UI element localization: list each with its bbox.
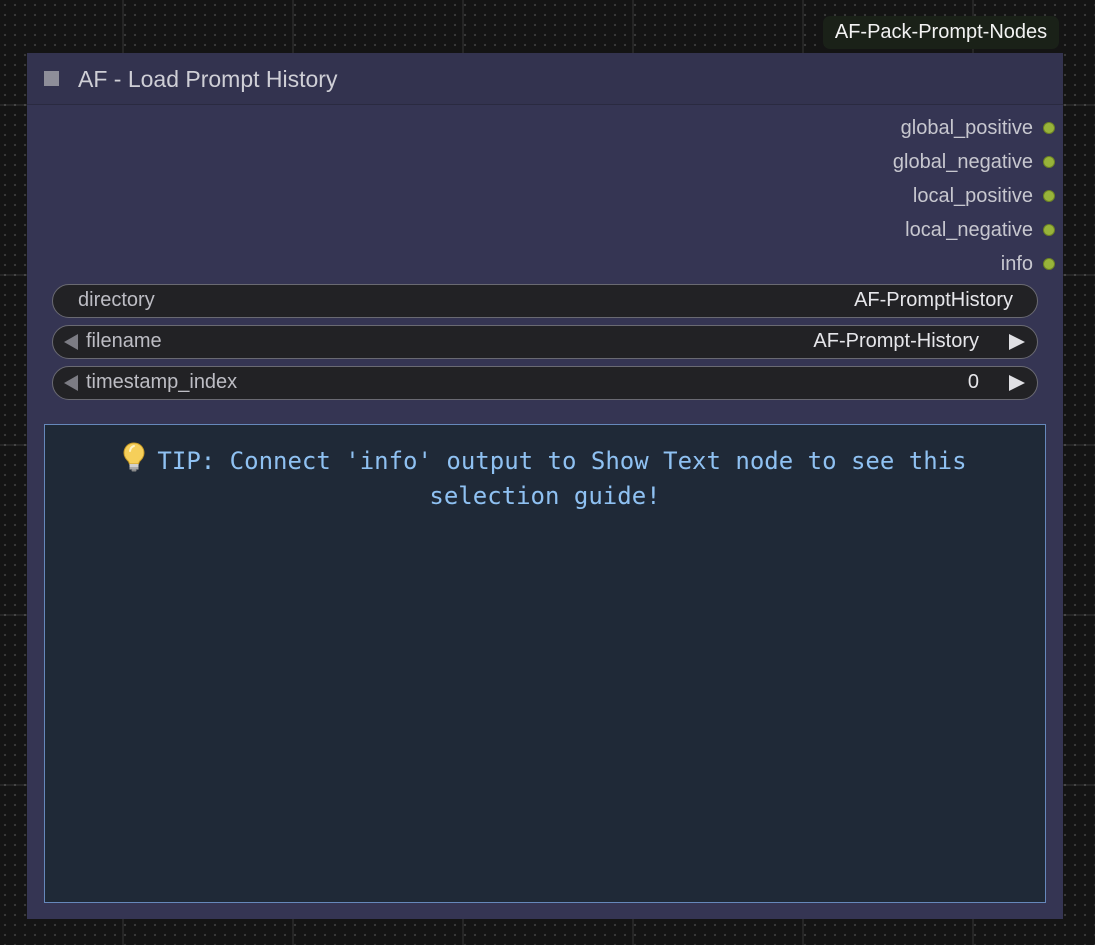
output-slot-dot-icon[interactable] [1043, 224, 1055, 236]
tip-line-1: TIP: Connect 'info' output to Show Text … [157, 447, 967, 475]
output-info[interactable]: info [1001, 252, 1055, 276]
node-title: AF - Load Prompt History [78, 66, 338, 92]
output-local-negative[interactable]: local_negative [905, 218, 1055, 242]
increment-arrow-icon[interactable] [1009, 375, 1025, 391]
output-local-positive[interactable]: local_positive [913, 184, 1055, 208]
output-label: local_positive [912, 184, 1033, 207]
tip-text: TIP: Connect 'info' output to Show Text … [105, 442, 985, 512]
output-slot-dot-icon[interactable] [1043, 190, 1055, 202]
node-pack-badge: AF-Pack-Prompt-Nodes [823, 16, 1059, 49]
output-slot-dot-icon[interactable] [1043, 156, 1055, 168]
output-slot-dot-icon[interactable] [1043, 258, 1055, 270]
load-prompt-history-node[interactable]: AF - Load Prompt History global_positive… [27, 53, 1063, 919]
filename-combo-widget[interactable]: filename AF-Prompt-History [52, 325, 1038, 359]
output-slot-dot-icon[interactable] [1043, 122, 1055, 134]
widget-value: 0 [967, 371, 979, 393]
widget-label: timestamp_index [86, 371, 238, 393]
increment-arrow-icon[interactable] [1009, 334, 1025, 350]
widget-value: AF-Prompt-History [813, 330, 979, 352]
output-global-positive[interactable]: global_positive [901, 116, 1055, 140]
output-label: global_positive [900, 116, 1033, 139]
node-header[interactable]: AF - Load Prompt History [27, 53, 1063, 105]
output-global-negative[interactable]: global_negative [893, 150, 1055, 174]
timestamp-index-widget[interactable]: timestamp_index 0 [52, 366, 1038, 400]
output-label: local_negative [905, 218, 1033, 241]
directory-widget[interactable]: directory AF-PromptHistory [52, 284, 1038, 318]
collapse-toggle-icon[interactable] [44, 71, 59, 86]
output-label: info [1000, 252, 1033, 275]
tip-textarea[interactable]: TIP: Connect 'info' output to Show Text … [44, 424, 1046, 903]
tip-line-2: selection guide! [429, 482, 661, 510]
lightbulb-icon [123, 442, 145, 480]
widget-value: AF-PromptHistory [854, 289, 1013, 311]
widget-label: directory [78, 289, 155, 311]
decrement-arrow-icon[interactable] [64, 375, 78, 391]
decrement-arrow-icon[interactable] [64, 334, 78, 350]
widget-label: filename [86, 330, 162, 352]
output-label: global_negative [892, 150, 1033, 173]
